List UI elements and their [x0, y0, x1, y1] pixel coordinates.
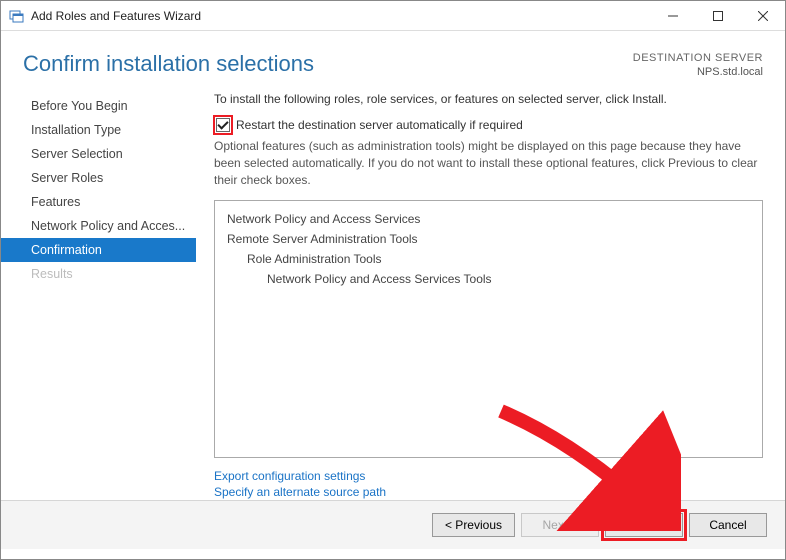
next-button: Next >: [521, 513, 599, 537]
sidebar-item-2[interactable]: Server Selection: [1, 142, 196, 166]
minimize-button[interactable]: [650, 1, 695, 30]
sidebar-item-5[interactable]: Network Policy and Acces...: [1, 214, 196, 238]
selection-item-3: Network Policy and Access Services Tools: [227, 269, 750, 289]
sidebar-item-3[interactable]: Server Roles: [1, 166, 196, 190]
alt-source-link[interactable]: Specify an alternate source path: [214, 484, 763, 500]
install-button[interactable]: Install: [605, 513, 683, 537]
previous-button[interactable]: < Previous: [432, 513, 515, 537]
selections-listbox[interactable]: Network Policy and Access ServicesRemote…: [214, 200, 763, 458]
dest-server-label: DESTINATION SERVER: [633, 51, 763, 65]
sidebar-item-0[interactable]: Before You Begin: [1, 94, 196, 118]
selection-item-1: Remote Server Administration Tools: [227, 229, 750, 249]
server-info: DESTINATION SERVER NPS.std.local: [633, 51, 763, 80]
optional-features-text: Optional features (such as administratio…: [214, 138, 763, 190]
app-icon: [9, 8, 25, 24]
dest-server-name: NPS.std.local: [633, 65, 763, 79]
sidebar-item-1[interactable]: Installation Type: [1, 118, 196, 142]
main-panel: To install the following roles, role ser…: [196, 90, 785, 500]
page-title: Confirm installation selections: [23, 51, 633, 77]
footer: < Previous Next > Install Cancel: [1, 500, 785, 549]
wizard-body: Before You BeginInstallation TypeServer …: [1, 90, 785, 500]
sidebar: Before You BeginInstallation TypeServer …: [1, 90, 196, 500]
sidebar-item-7: Results: [1, 262, 196, 286]
selection-item-0: Network Policy and Access Services: [227, 209, 750, 229]
restart-checkbox-label: Restart the destination server automatic…: [236, 118, 523, 132]
close-button[interactable]: [740, 1, 785, 30]
sidebar-item-4[interactable]: Features: [1, 190, 196, 214]
intro-text: To install the following roles, role ser…: [214, 92, 763, 106]
page-header: Confirm installation selections DESTINAT…: [1, 31, 785, 90]
restart-checkbox[interactable]: [216, 118, 230, 132]
titlebar: Add Roles and Features Wizard: [1, 1, 785, 31]
maximize-button[interactable]: [695, 1, 740, 30]
selection-item-2: Role Administration Tools: [227, 249, 750, 269]
export-config-link[interactable]: Export configuration settings: [214, 468, 763, 484]
sidebar-item-6[interactable]: Confirmation: [1, 238, 196, 262]
action-links: Export configuration settings Specify an…: [214, 468, 763, 500]
window-title: Add Roles and Features Wizard: [31, 9, 650, 23]
restart-checkbox-row[interactable]: Restart the destination server automatic…: [214, 118, 763, 132]
cancel-button[interactable]: Cancel: [689, 513, 767, 537]
